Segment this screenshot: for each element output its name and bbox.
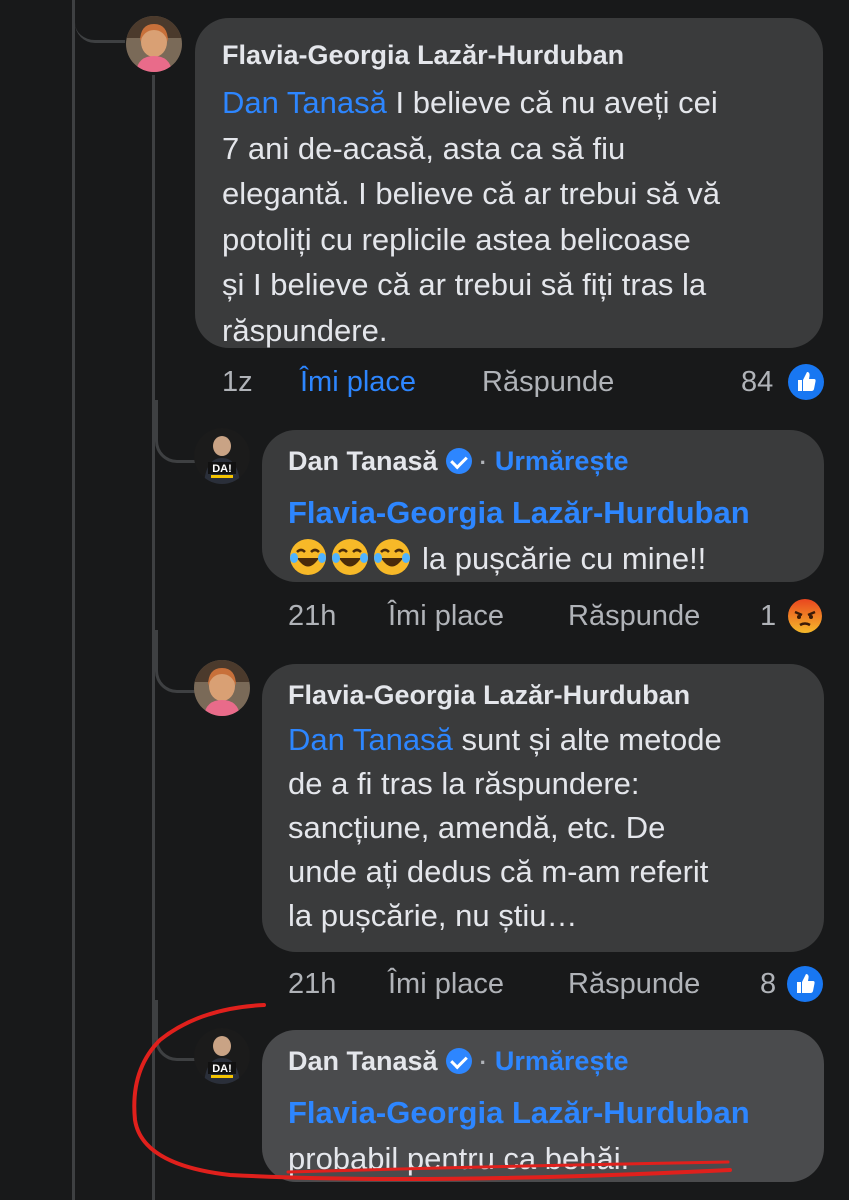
red-annotation-mark xyxy=(132,1003,732,1181)
